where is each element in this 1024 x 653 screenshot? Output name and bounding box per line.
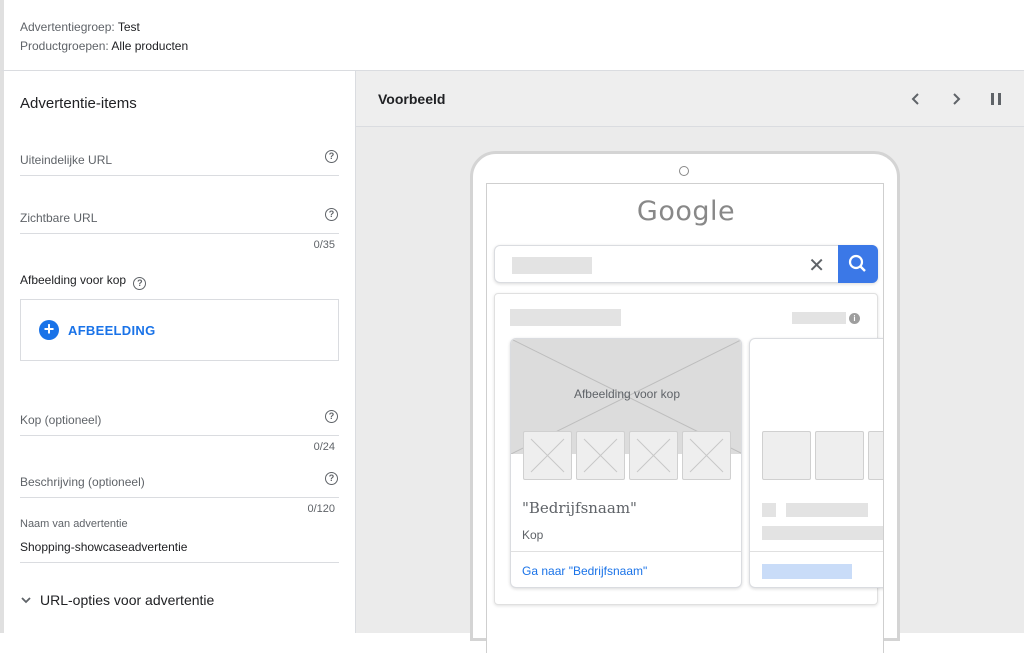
headline-label: Kop (optioneel) [20, 413, 102, 427]
google-logo: Google [636, 196, 736, 227]
final-url-field[interactable]: Uiteindelijke URL ? [20, 142, 339, 176]
description-label: Beschrijving (optioneel) [20, 475, 145, 489]
text-placeholder [786, 503, 868, 517]
context-bar: Advertentiegroep: Test Productgroepen: A… [0, 0, 1024, 71]
product-thumb [629, 431, 678, 480]
preview-panel: Voorbeeld Google ✕ i Afbeelding voor kop… [356, 71, 1024, 653]
camera-icon [679, 166, 689, 176]
product-thumb [576, 431, 625, 480]
add-image-button[interactable]: + AFBEELDING [39, 320, 156, 340]
card-divider [511, 551, 741, 552]
help-circle-icon[interactable]: ? [325, 150, 338, 163]
header-image-label-text: Afbeelding voor kop [20, 273, 127, 287]
final-url-label: Uiteindelijke URL [20, 153, 113, 167]
phone-screen: Google ✕ i Afbeelding voor kop "Bedrijfs… [486, 183, 884, 653]
ad-name-underline [20, 562, 339, 563]
product-thumb [682, 431, 731, 480]
chevron-right-icon[interactable] [946, 89, 966, 109]
icon-placeholder [762, 503, 776, 517]
card-headline: Kop [522, 528, 544, 542]
add-image-button-label: AFBEELDING [68, 322, 156, 338]
card-cta-link: Ga naar "Bedrijfsnaam" [522, 564, 648, 578]
search-icon [848, 254, 866, 272]
header-image-box: + AFBEELDING [20, 299, 339, 361]
url-options-toggle[interactable]: URL-opties voor advertentie [20, 592, 214, 608]
link-placeholder [762, 564, 852, 579]
label-placeholder [792, 312, 846, 324]
description-field[interactable]: Beschrijving (optioneel) ? [20, 464, 339, 498]
product-thumb [815, 431, 864, 480]
info-icon: i [849, 313, 860, 324]
header-image-label: Afbeelding voor kop ? [20, 273, 147, 290]
display-url-field[interactable]: Zichtbare URL ? [20, 200, 339, 234]
next-card-peek [749, 338, 883, 588]
display-url-label: Zichtbare URL [20, 211, 98, 225]
phone-frame: Google ✕ i Afbeelding voor kop "Bedrijfs… [470, 151, 900, 653]
showcase-card: Afbeelding voor kop "Bedrijfsnaam" Kop G… [510, 338, 742, 588]
search-placeholder [512, 257, 592, 274]
productgroups-row: Productgroepen: Alle producten [20, 39, 188, 53]
hero-image-label: Afbeelding voor kop [573, 387, 681, 401]
product-thumb [868, 431, 883, 480]
help-circle-icon[interactable]: ? [325, 472, 338, 485]
card-divider [750, 551, 883, 552]
help-circle-icon[interactable]: ? [325, 208, 338, 221]
text-placeholder [762, 526, 883, 540]
pause-icon[interactable] [986, 89, 1006, 109]
plus-circle-icon: + [39, 320, 59, 340]
business-name: "Bedrijfsnaam" [522, 499, 637, 517]
preview-header: Voorbeeld [356, 71, 1024, 127]
ad-name-label: Naam van advertentie [20, 518, 128, 530]
ad-items-panel: Advertentie-items Uiteindelijke URL ? Zi… [0, 71, 356, 633]
section-title: Advertentie-items [20, 95, 137, 112]
headline-field[interactable]: Kop (optioneel) ? [20, 402, 339, 436]
preview-title: Voorbeeld [378, 91, 446, 107]
product-thumb [523, 431, 572, 480]
help-circle-icon[interactable]: ? [133, 277, 147, 290]
headline-counter: 0/24 [313, 441, 335, 453]
title-placeholder [510, 309, 621, 326]
results-card: i Afbeelding voor kop "Bedrijfsnaam" Kop… [494, 293, 883, 605]
chevron-left-icon[interactable] [906, 89, 926, 109]
adgroup-label: Advertentiegroep: [20, 20, 115, 34]
chevron-down-icon [21, 597, 31, 604]
adgroup-value: Test [117, 20, 140, 34]
product-thumb [762, 431, 811, 480]
close-icon: ✕ [808, 255, 825, 277]
ad-name-input[interactable]: Shopping-showcaseadvertentie [20, 540, 187, 554]
display-url-counter: 0/35 [313, 239, 335, 251]
help-circle-icon[interactable]: ? [325, 410, 338, 423]
adgroup-row: Advertentiegroep: Test [20, 20, 140, 34]
description-counter: 0/120 [307, 503, 335, 515]
productgroups-label: Productgroepen: [20, 39, 109, 53]
search-box: ✕ [494, 245, 878, 283]
url-options-label: URL-opties voor advertentie [40, 592, 215, 608]
search-button [838, 245, 878, 283]
productgroups-value: Alle producten [111, 39, 189, 53]
